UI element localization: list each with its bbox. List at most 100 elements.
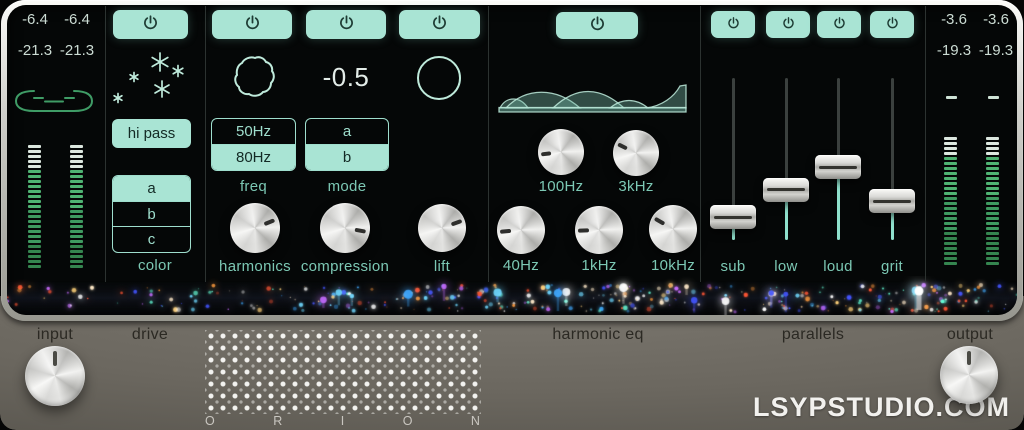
sub-fader[interactable] bbox=[710, 78, 756, 240]
fader-handle[interactable] bbox=[710, 205, 756, 229]
loud-power-button[interactable] bbox=[817, 11, 861, 38]
grit-label: grit bbox=[842, 258, 942, 275]
divider bbox=[925, 6, 926, 282]
eq-curve-display bbox=[498, 83, 688, 113]
output-peak-right-value: -3.6 bbox=[978, 11, 1014, 28]
knob-pointer bbox=[654, 217, 665, 226]
output-rms-left-value: -19.3 bbox=[933, 42, 975, 59]
eq-3khz-knob[interactable] bbox=[613, 130, 659, 176]
city-lights-strip bbox=[7, 276, 1017, 315]
input-meter-right bbox=[70, 145, 84, 270]
sub-power-button[interactable] bbox=[711, 11, 755, 38]
freq-option-80hz[interactable]: 80Hz bbox=[212, 144, 295, 170]
section-label-output: output bbox=[935, 326, 1005, 344]
color-label: color bbox=[105, 257, 205, 274]
section-label-drive: drive bbox=[115, 326, 185, 344]
fader-handle-groove bbox=[767, 188, 805, 191]
output-peak-left-value: -3.6 bbox=[936, 11, 972, 28]
harmonics-knob[interactable] bbox=[230, 203, 280, 253]
hi-pass-button[interactable]: hi pass bbox=[112, 119, 191, 148]
power-icon bbox=[429, 14, 450, 35]
input-rms-left-value: -21.3 bbox=[14, 42, 56, 59]
gain-reduction-display bbox=[12, 87, 96, 115]
lift-knob[interactable] bbox=[418, 204, 466, 252]
power-icon bbox=[780, 16, 797, 33]
mode-option-b[interactable]: b bbox=[306, 144, 388, 170]
fader-handle-groove bbox=[714, 216, 752, 219]
device-name: ORION bbox=[205, 414, 481, 428]
low-fader[interactable] bbox=[763, 78, 809, 240]
eq-100hz-knob[interactable] bbox=[538, 129, 584, 175]
plugin-window: ORION LSYPSTUDIO.COM input drive harmoni… bbox=[0, 0, 1024, 430]
peak-hold-dash bbox=[988, 96, 999, 99]
input-knob-pointer bbox=[53, 351, 57, 365]
output-knob-pointer bbox=[967, 351, 971, 365]
output-meter-right bbox=[986, 137, 1000, 267]
knob-pointer bbox=[617, 143, 628, 151]
eq-10khz-knob[interactable] bbox=[649, 205, 697, 253]
divider bbox=[700, 6, 701, 282]
input-peak-left-value: -6.4 bbox=[18, 11, 52, 28]
harmonics-power-button[interactable] bbox=[212, 10, 292, 39]
input-rms-right-value: -21.3 bbox=[56, 42, 98, 59]
power-icon bbox=[140, 14, 161, 35]
input-knob[interactable] bbox=[25, 346, 85, 406]
color-option-a[interactable]: a bbox=[113, 176, 190, 201]
mode-selector: a b bbox=[305, 118, 389, 171]
harmonics-label: harmonics bbox=[205, 258, 305, 275]
harmonic-eq-power-button[interactable] bbox=[556, 12, 638, 39]
snowflakes-icon bbox=[105, 48, 195, 108]
peak-hold-dash bbox=[946, 96, 957, 99]
compression-knob[interactable] bbox=[320, 203, 370, 253]
input-peak-right-value: -6.4 bbox=[60, 11, 94, 28]
eq-1khz-knob[interactable] bbox=[575, 206, 623, 254]
harmonics-blob-icon bbox=[232, 54, 278, 100]
section-label-harmonic-eq: harmonic eq bbox=[548, 326, 648, 344]
eq-3khz-label: 3kHz bbox=[586, 178, 686, 195]
mode-label: mode bbox=[305, 178, 389, 195]
lift-circle-icon bbox=[416, 55, 462, 101]
output-knob[interactable] bbox=[940, 346, 998, 404]
color-selector: a b c bbox=[112, 175, 191, 253]
knob-pointer bbox=[541, 151, 552, 156]
knob-pointer bbox=[578, 228, 589, 232]
lift-power-button[interactable] bbox=[399, 10, 480, 39]
fader-handle-groove bbox=[873, 200, 911, 203]
power-icon bbox=[725, 16, 742, 33]
power-icon bbox=[242, 14, 263, 35]
color-option-c[interactable]: c bbox=[113, 226, 190, 252]
output-meter-left bbox=[944, 137, 958, 267]
color-power-button[interactable] bbox=[113, 10, 188, 39]
grit-fader[interactable] bbox=[869, 78, 915, 240]
low-power-button[interactable] bbox=[766, 11, 810, 38]
knob-pointer bbox=[500, 229, 511, 234]
color-option-b[interactable]: b bbox=[113, 201, 190, 227]
compression-power-button[interactable] bbox=[306, 10, 386, 39]
knob-pointer bbox=[264, 218, 276, 226]
freq-selector: 50Hz 80Hz bbox=[211, 118, 296, 171]
knob-pointer bbox=[355, 228, 367, 234]
divider bbox=[205, 6, 206, 282]
section-label-parallels: parallels bbox=[763, 326, 863, 344]
speaker-grille bbox=[205, 330, 481, 414]
fader-handle[interactable] bbox=[869, 189, 915, 213]
drive-amount-value: -0.5 bbox=[306, 62, 386, 93]
freq-label: freq bbox=[211, 178, 296, 195]
divider bbox=[488, 6, 489, 282]
grit-power-button[interactable] bbox=[870, 11, 914, 38]
power-icon bbox=[336, 14, 357, 35]
loud-fader[interactable] bbox=[815, 78, 861, 240]
power-icon bbox=[587, 15, 608, 36]
power-icon bbox=[884, 16, 901, 33]
fader-handle[interactable] bbox=[815, 155, 861, 179]
freq-option-50hz[interactable]: 50Hz bbox=[212, 119, 295, 144]
section-label-input: input bbox=[20, 326, 90, 344]
knob-pointer bbox=[451, 219, 462, 226]
input-meter-left bbox=[28, 145, 42, 270]
output-rms-right-value: -19.3 bbox=[975, 42, 1017, 59]
fader-handle[interactable] bbox=[763, 178, 809, 202]
compression-label: compression bbox=[295, 258, 395, 275]
mode-option-a[interactable]: a bbox=[306, 119, 388, 144]
fader-handle-groove bbox=[819, 166, 857, 169]
eq-40hz-knob[interactable] bbox=[497, 206, 545, 254]
